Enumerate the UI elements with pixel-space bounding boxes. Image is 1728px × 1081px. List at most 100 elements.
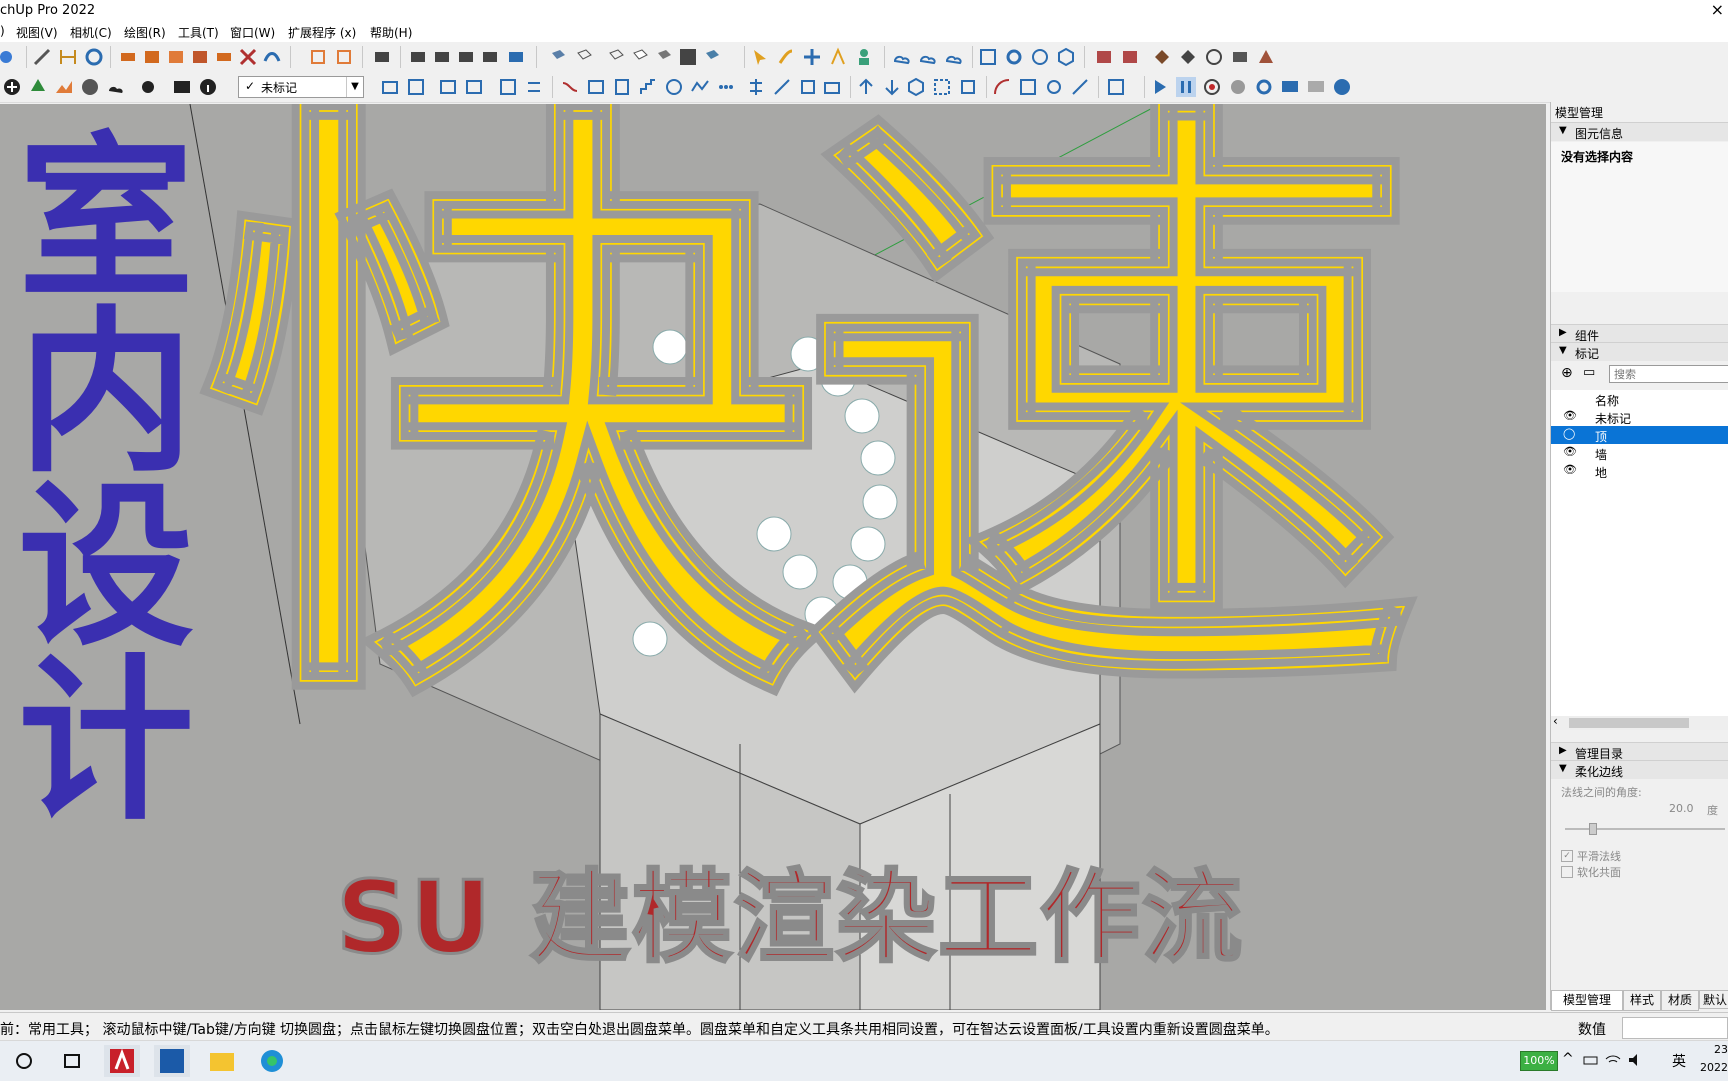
right-view-icon[interactable]	[480, 47, 500, 67]
offset-icon[interactable]	[262, 47, 282, 67]
cloud-3-icon[interactable]	[944, 47, 964, 67]
pause-icon[interactable]	[1176, 77, 1196, 97]
down-icon[interactable]	[882, 77, 902, 97]
outliner-header[interactable]: ▶ 管理目录	[1551, 742, 1728, 761]
material-1-icon[interactable]	[1094, 47, 1114, 67]
polyline-icon[interactable]	[690, 77, 710, 97]
rectangle-icon[interactable]	[586, 77, 606, 97]
tag-row[interactable]: 👁 地	[1551, 462, 1728, 480]
save-icon[interactable]	[406, 77, 426, 97]
cloud-1-icon[interactable]	[892, 47, 912, 67]
autocad-app-icon[interactable]	[104, 1045, 140, 1077]
terrain-icon[interactable]	[54, 77, 74, 97]
plugin-2-icon[interactable]	[1178, 47, 1198, 67]
options-gear-icon[interactable]	[1254, 77, 1274, 97]
menu-item-tools[interactable]: 工具(T)	[178, 24, 219, 41]
soften-coplanar-checkbox[interactable]	[1561, 866, 1573, 878]
zoom-extents-icon[interactable]	[978, 47, 998, 67]
scroll-left-icon[interactable]: ‹	[1553, 714, 1558, 728]
add-circle-icon[interactable]	[2, 77, 22, 97]
paint-icon[interactable]	[776, 47, 796, 67]
battery-indicator[interactable]: 100%	[1520, 1051, 1558, 1071]
dimension-icon[interactable]	[58, 47, 78, 67]
tab-styles[interactable]: 样式	[1623, 990, 1661, 1011]
smooth-normals-checkbox[interactable]: ✓	[1561, 850, 1573, 862]
volume-icon[interactable]	[1626, 1051, 1644, 1069]
fillet-icon[interactable]	[992, 77, 1012, 97]
play-icon[interactable]	[1150, 77, 1170, 97]
record-icon[interactable]	[1202, 77, 1222, 97]
info-icon[interactable]	[198, 77, 218, 97]
add-tag-icon[interactable]: ⊕	[1561, 365, 1573, 381]
tags-search-input[interactable]	[1609, 365, 1728, 383]
eye-icon[interactable]: 👁	[1563, 445, 1577, 458]
scale-icon[interactable]	[238, 47, 258, 67]
angle-slider-thumb[interactable]	[1589, 823, 1597, 835]
paint-bucket-icon[interactable]	[142, 47, 162, 67]
array-icon[interactable]	[932, 77, 952, 97]
tree-icon[interactable]	[28, 77, 48, 97]
monitor-icon[interactable]	[1280, 77, 1300, 97]
battery-icon[interactable]	[1582, 1051, 1600, 1069]
menu-item-window[interactable]: 窗口(W)	[230, 24, 275, 41]
tag-row[interactable]: 👁 未标记	[1551, 408, 1728, 426]
flip-icon[interactable]	[958, 77, 978, 97]
component-icon[interactable]	[372, 47, 392, 67]
entity-info-header[interactable]: ▼ 图元信息	[1551, 122, 1728, 141]
ungroup-icon[interactable]	[464, 77, 484, 97]
align-icon[interactable]	[746, 77, 766, 97]
shaded-icon[interactable]	[654, 47, 674, 67]
up-icon[interactable]	[856, 77, 876, 97]
back-view-icon[interactable]	[506, 47, 526, 67]
clock-time[interactable]: 23	[1714, 1043, 1728, 1056]
tag-row-selected[interactable]: ◯ 顶	[1551, 426, 1728, 444]
curve-icon[interactable]	[560, 77, 580, 97]
shaded-textures-icon[interactable]	[678, 47, 698, 67]
plugin-4-icon[interactable]	[1230, 47, 1250, 67]
tab-default[interactable]: 默认	[1699, 990, 1728, 1009]
arc-icon[interactable]	[664, 77, 684, 97]
components-header[interactable]: ▶ 组件	[1551, 324, 1728, 343]
check-circle-icon[interactable]	[1030, 47, 1050, 67]
menu-item-view[interactable]: 视图(V)	[16, 24, 58, 41]
add-folder-icon[interactable]: ▭	[1583, 365, 1595, 380]
transfer-icon[interactable]	[524, 77, 544, 97]
plugin-3-icon[interactable]	[1204, 47, 1224, 67]
pan-icon[interactable]	[802, 47, 822, 67]
help-icon[interactable]	[1332, 77, 1352, 97]
hidden-line-icon[interactable]	[630, 47, 650, 67]
furniture-icon[interactable]	[822, 77, 842, 97]
move-icon[interactable]	[190, 47, 210, 67]
stop-icon[interactable]	[1228, 77, 1248, 97]
iso-view-icon[interactable]	[408, 47, 428, 67]
top-view-icon[interactable]	[432, 47, 452, 67]
tags-hscrollbar[interactable]: ‹	[1551, 714, 1728, 730]
protractor-icon[interactable]	[334, 47, 354, 67]
material-2-icon[interactable]	[1120, 47, 1140, 67]
monochrome-icon[interactable]	[702, 47, 722, 67]
orbit-icon[interactable]	[0, 47, 20, 67]
eraser-icon[interactable]	[118, 47, 138, 67]
person-icon[interactable]	[854, 47, 874, 67]
push-pull-icon[interactable]	[166, 47, 186, 67]
close-icon[interactable]: ×	[1711, 0, 1724, 19]
follow-me-icon[interactable]	[84, 47, 104, 67]
eye-hidden-icon[interactable]: ◯	[1563, 427, 1575, 440]
tags-header[interactable]: ▼ 标记	[1551, 342, 1728, 361]
plugin-5-icon[interactable]	[1256, 47, 1276, 67]
select-icon[interactable]	[750, 47, 770, 67]
front-view-icon[interactable]	[456, 47, 476, 67]
search-circle-icon[interactable]	[14, 1051, 34, 1071]
sketchup-app-icon[interactable]	[154, 1045, 190, 1077]
checker-icon[interactable]	[80, 77, 100, 97]
tab-model-management[interactable]: 模型管理	[1551, 990, 1623, 1011]
tab-materials[interactable]: 材质	[1661, 990, 1699, 1011]
model-viewport[interactable]: 快 速 室 内 设 计 SU 建模渲染工作流	[0, 104, 1546, 1010]
mirror-icon[interactable]	[612, 77, 632, 97]
dots-icon[interactable]	[716, 77, 736, 97]
cloud-2-icon[interactable]	[918, 47, 938, 67]
chevron-up-icon[interactable]: ^	[1562, 1051, 1574, 1067]
scroll-thumb[interactable]	[1569, 718, 1689, 728]
layout-icon[interactable]	[498, 77, 518, 97]
tag-selector[interactable]: ✓ 未标记 ▼	[238, 76, 364, 98]
